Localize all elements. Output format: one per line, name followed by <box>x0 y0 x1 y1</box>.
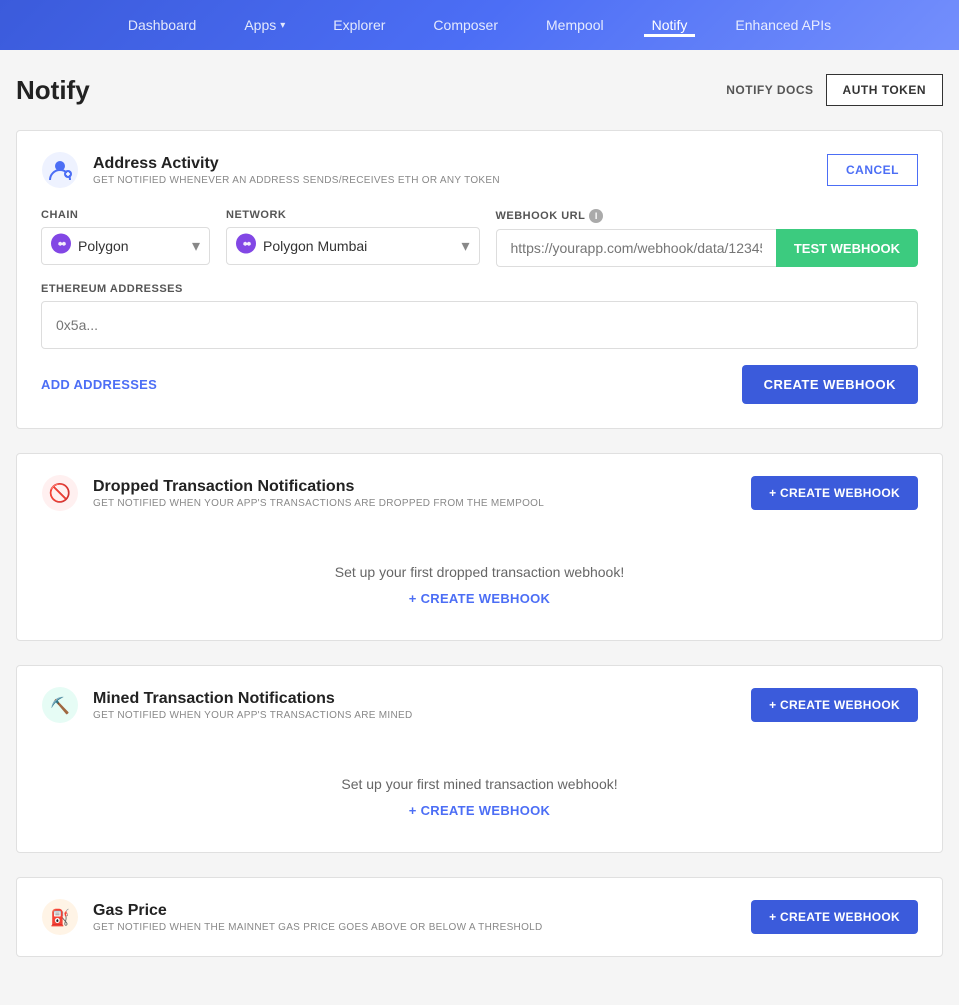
mined-transaction-header-left: ⛏️ Mined Transaction Notifications GET N… <box>41 686 412 724</box>
chain-group: CHAIN Polygon Ethereum Arbitrum <box>41 209 210 267</box>
mined-create-webhook-button[interactable]: + CREATE WEBHOOK <box>751 688 918 722</box>
mined-transaction-title-group: Mined Transaction Notifications GET NOTI… <box>93 690 412 721</box>
gas-price-icon: ⛽ <box>41 898 79 936</box>
network-icon <box>236 234 256 259</box>
add-addresses-button[interactable]: ADD ADDRESSES <box>41 377 157 392</box>
chain-label: CHAIN <box>41 209 210 221</box>
main-nav: Dashboard Apps Explorer Composer Mempool… <box>0 0 959 50</box>
address-activity-card: Address Activity GET NOTIFIED WHENEVER A… <box>16 130 943 429</box>
cancel-button[interactable]: CANCEL <box>827 154 918 186</box>
address-activity-subtitle: GET NOTIFIED WHENEVER AN ADDRESS SENDS/R… <box>93 175 500 186</box>
network-group: NETWORK Polygon Mumbai Mainnet Goerli <box>226 209 480 267</box>
svg-text:🚫: 🚫 <box>49 482 71 503</box>
webhook-url-group: WEBHOOK URL i TEST WEBHOOK <box>496 209 919 267</box>
address-activity-title-group: Address Activity GET NOTIFIED WHENEVER A… <box>93 155 500 186</box>
address-activity-header-left: Address Activity GET NOTIFIED WHENEVER A… <box>41 151 500 189</box>
address-activity-icon <box>41 151 79 189</box>
page-header: Notify NOTIFY DOCS AUTH TOKEN <box>16 74 943 106</box>
nav-dashboard[interactable]: Dashboard <box>120 13 205 37</box>
header-actions: NOTIFY DOCS AUTH TOKEN <box>726 74 943 106</box>
network-select[interactable]: Polygon Mumbai Mainnet Goerli <box>226 227 480 265</box>
chain-icon <box>51 234 71 259</box>
mined-transaction-icon: ⛏️ <box>41 686 79 724</box>
mined-transaction-empty-link[interactable]: + CREATE WEBHOOK <box>409 803 550 818</box>
form-row-selects: CHAIN Polygon Ethereum Arbitrum <box>41 209 918 267</box>
notify-docs-button[interactable]: NOTIFY DOCS <box>726 83 813 97</box>
form-actions: ADD ADDRESSES CREATE WEBHOOK <box>41 365 918 404</box>
nav-apps[interactable]: Apps <box>236 13 293 37</box>
info-icon: i <box>589 209 603 223</box>
dropped-transaction-title: Dropped Transaction Notifications <box>93 478 544 496</box>
mined-transaction-header: ⛏️ Mined Transaction Notifications GET N… <box>17 666 942 744</box>
chain-select-wrapper: Polygon Ethereum Arbitrum ▾ <box>41 227 210 265</box>
mined-transaction-title: Mined Transaction Notifications <box>93 690 412 708</box>
address-activity-title: Address Activity <box>93 155 500 173</box>
network-select-wrapper: Polygon Mumbai Mainnet Goerli ▾ <box>226 227 480 265</box>
auth-token-button[interactable]: AUTH TOKEN <box>826 74 943 106</box>
webhook-url-row: TEST WEBHOOK <box>496 229 919 267</box>
dropped-transaction-header-left: 🚫 Dropped Transaction Notifications GET … <box>41 474 544 512</box>
nav-composer[interactable]: Composer <box>425 13 506 37</box>
ethereum-addresses-label: ETHEREUM ADDRESSES <box>41 283 918 295</box>
webhook-url-input[interactable] <box>496 229 776 267</box>
gas-price-subtitle: GET NOTIFIED WHEN THE MAINNET GAS PRICE … <box>93 922 543 933</box>
gas-price-title-group: Gas Price GET NOTIFIED WHEN THE MAINNET … <box>93 902 543 933</box>
address-activity-header: Address Activity GET NOTIFIED WHENEVER A… <box>17 131 942 209</box>
dropped-create-webhook-button[interactable]: + CREATE WEBHOOK <box>751 476 918 510</box>
ethereum-addresses-group: ETHEREUM ADDRESSES <box>41 283 918 349</box>
nav-mempool[interactable]: Mempool <box>538 13 612 37</box>
svg-text:⛏️: ⛏️ <box>50 696 70 715</box>
gas-price-title: Gas Price <box>93 902 543 920</box>
page-title: Notify <box>16 75 90 106</box>
network-label: NETWORK <box>226 209 480 221</box>
page-container: Notify NOTIFY DOCS AUTH TOKEN Ad <box>0 50 959 1005</box>
mined-transaction-empty-text: Set up your first mined transaction webh… <box>41 776 918 792</box>
dropped-transaction-header: 🚫 Dropped Transaction Notifications GET … <box>17 454 942 532</box>
dropped-transaction-subtitle: GET NOTIFIED WHEN YOUR APP'S TRANSACTION… <box>93 498 544 509</box>
dropped-transaction-empty-link[interactable]: + CREATE WEBHOOK <box>409 591 550 606</box>
mined-transaction-subtitle: GET NOTIFIED WHEN YOUR APP'S TRANSACTION… <box>93 710 412 721</box>
mined-transaction-empty: Set up your first mined transaction webh… <box>17 744 942 852</box>
dropped-transaction-empty: Set up your first dropped transaction we… <box>17 532 942 640</box>
mined-transaction-card: ⛏️ Mined Transaction Notifications GET N… <box>16 665 943 853</box>
ethereum-addresses-input[interactable] <box>41 301 918 349</box>
nav-explorer[interactable]: Explorer <box>325 13 393 37</box>
nav-notify[interactable]: Notify <box>644 13 696 37</box>
dropped-transaction-empty-text: Set up your first dropped transaction we… <box>41 564 918 580</box>
dropped-transaction-title-group: Dropped Transaction Notifications GET NO… <box>93 478 544 509</box>
create-webhook-button-primary[interactable]: CREATE WEBHOOK <box>742 365 918 404</box>
dropped-transaction-card: 🚫 Dropped Transaction Notifications GET … <box>16 453 943 641</box>
svg-text:⛽: ⛽ <box>50 908 70 927</box>
gas-price-header-left: ⛽ Gas Price GET NOTIFIED WHEN THE MAINNE… <box>41 898 543 936</box>
address-activity-form: CHAIN Polygon Ethereum Arbitrum <box>17 209 942 428</box>
gas-price-create-webhook-button[interactable]: + CREATE WEBHOOK <box>751 900 918 934</box>
webhook-url-label: WEBHOOK URL i <box>496 209 919 223</box>
dropped-transaction-icon: 🚫 <box>41 474 79 512</box>
nav-enhanced-apis[interactable]: Enhanced APIs <box>727 13 839 37</box>
gas-price-header: ⛽ Gas Price GET NOTIFIED WHEN THE MAINNE… <box>17 878 942 956</box>
gas-price-card: ⛽ Gas Price GET NOTIFIED WHEN THE MAINNE… <box>16 877 943 957</box>
test-webhook-button[interactable]: TEST WEBHOOK <box>776 229 918 267</box>
